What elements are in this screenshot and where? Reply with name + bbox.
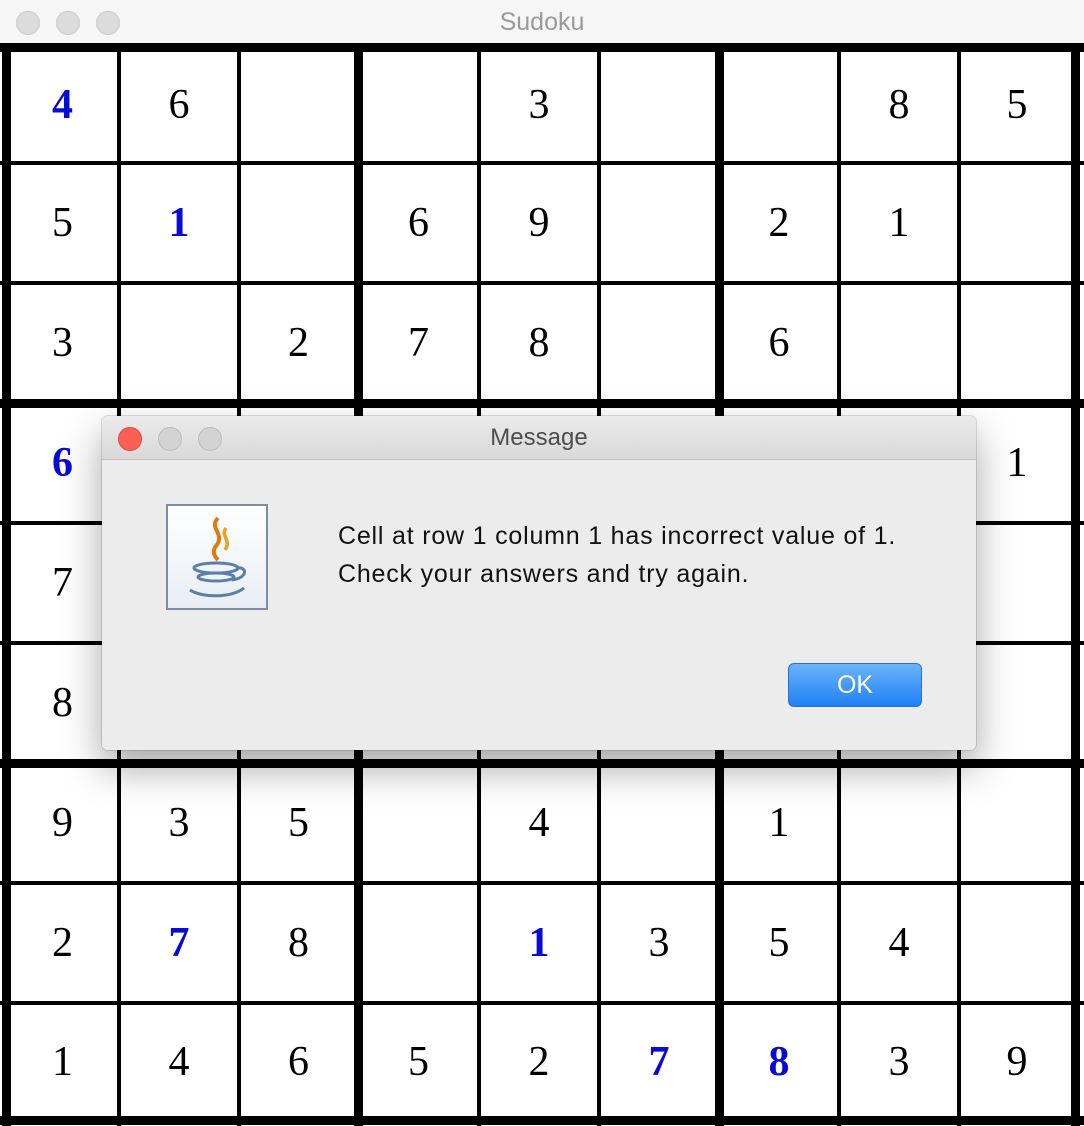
sudoku-cell[interactable]: 4 xyxy=(843,887,955,999)
sudoku-cell[interactable]: 9 xyxy=(483,167,595,279)
sudoku-cell[interactable] xyxy=(843,767,955,879)
sudoku-cell[interactable] xyxy=(243,51,354,159)
cell-border-horizontal xyxy=(0,161,1084,165)
sudoku-cell[interactable]: 7 xyxy=(603,1007,715,1116)
sudoku-cell[interactable]: 8 xyxy=(10,647,115,759)
dialog-titlebar: Message xyxy=(102,416,976,460)
sudoku-cell[interactable] xyxy=(963,887,1071,999)
sudoku-cell[interactable]: 8 xyxy=(483,287,595,399)
sudoku-cell[interactable]: 6 xyxy=(243,1007,354,1116)
sudoku-cell[interactable] xyxy=(603,167,715,279)
sudoku-cell[interactable]: 6 xyxy=(123,51,235,159)
sudoku-cell[interactable] xyxy=(963,767,1071,879)
cell-border-horizontal xyxy=(0,281,1084,285)
sudoku-cell[interactable] xyxy=(362,887,475,999)
sudoku-cell[interactable]: 5 xyxy=(963,51,1071,159)
java-coffee-cup-icon xyxy=(166,504,268,610)
sudoku-cell[interactable]: 1 xyxy=(123,167,235,279)
sudoku-cell[interactable] xyxy=(963,167,1071,279)
sudoku-cell[interactable] xyxy=(603,51,715,159)
window-titlebar: Sudoku xyxy=(0,0,1084,44)
sudoku-cell[interactable] xyxy=(603,287,715,399)
cell-border-horizontal xyxy=(0,1001,1084,1005)
sudoku-cell[interactable]: 3 xyxy=(123,767,235,879)
sudoku-cell[interactable]: 7 xyxy=(362,287,475,399)
sudoku-cell[interactable] xyxy=(963,647,1071,759)
sudoku-cell[interactable] xyxy=(723,51,835,159)
sudoku-cell[interactable] xyxy=(963,287,1071,399)
sudoku-cell[interactable]: 5 xyxy=(723,887,835,999)
dialog-message-line-2: Check your answers and try again. xyxy=(338,560,750,588)
sudoku-cell[interactable] xyxy=(603,767,715,879)
sudoku-cell[interactable]: 2 xyxy=(723,167,835,279)
sudoku-cell[interactable]: 6 xyxy=(10,407,115,519)
sudoku-cell[interactable]: 4 xyxy=(10,51,115,159)
message-dialog: Message Cell at row 1 column 1 has incor… xyxy=(102,416,976,750)
sudoku-cell[interactable] xyxy=(243,167,354,279)
sudoku-cell[interactable] xyxy=(123,287,235,399)
sudoku-cell[interactable]: 5 xyxy=(243,767,354,879)
dialog-title: Message xyxy=(490,424,588,451)
sudoku-cell[interactable]: 7 xyxy=(123,887,235,999)
sudoku-cell[interactable]: 1 xyxy=(723,767,835,879)
sudoku-cell[interactable]: 3 xyxy=(10,287,115,399)
sudoku-cell[interactable] xyxy=(362,767,475,879)
sudoku-cell[interactable]: 9 xyxy=(963,1007,1071,1116)
sudoku-cell[interactable]: 4 xyxy=(123,1007,235,1116)
sudoku-cell[interactable]: 1 xyxy=(963,407,1071,519)
sudoku-cell[interactable]: 6 xyxy=(362,167,475,279)
sudoku-cell[interactable]: 3 xyxy=(843,1007,955,1116)
sudoku-cell[interactable]: 8 xyxy=(843,51,955,159)
sudoku-cell[interactable]: 4 xyxy=(483,767,595,879)
ok-button[interactable]: OK xyxy=(788,663,922,707)
sudoku-cell[interactable]: 6 xyxy=(723,287,835,399)
sudoku-cell[interactable]: 5 xyxy=(10,167,115,279)
box-border-vertical xyxy=(1070,44,1080,1126)
sudoku-cell[interactable]: 2 xyxy=(483,1007,595,1116)
sudoku-cell[interactable]: 9 xyxy=(10,767,115,879)
sudoku-cell[interactable]: 5 xyxy=(362,1007,475,1116)
sudoku-cell[interactable]: 1 xyxy=(10,1007,115,1116)
sudoku-cell[interactable]: 3 xyxy=(483,51,595,159)
sudoku-cell[interactable]: 2 xyxy=(10,887,115,999)
sudoku-cell[interactable] xyxy=(362,51,475,159)
sudoku-cell[interactable]: 2 xyxy=(243,287,354,399)
sudoku-cell[interactable]: 3 xyxy=(603,887,715,999)
sudoku-cell[interactable]: 8 xyxy=(243,887,354,999)
dialog-message-line-1: Cell at row 1 column 1 has incorrect val… xyxy=(338,522,897,550)
sudoku-cell[interactable]: 7 xyxy=(10,527,115,639)
sudoku-cell[interactable]: 8 xyxy=(723,1007,835,1116)
sudoku-cell[interactable]: 1 xyxy=(843,167,955,279)
cell-border-horizontal xyxy=(0,881,1084,885)
box-border-horizontal xyxy=(0,1115,1084,1125)
window-title: Sudoku xyxy=(499,8,585,36)
sudoku-cell[interactable] xyxy=(843,287,955,399)
sudoku-cell[interactable]: 1 xyxy=(483,887,595,999)
sudoku-cell[interactable] xyxy=(963,527,1071,639)
